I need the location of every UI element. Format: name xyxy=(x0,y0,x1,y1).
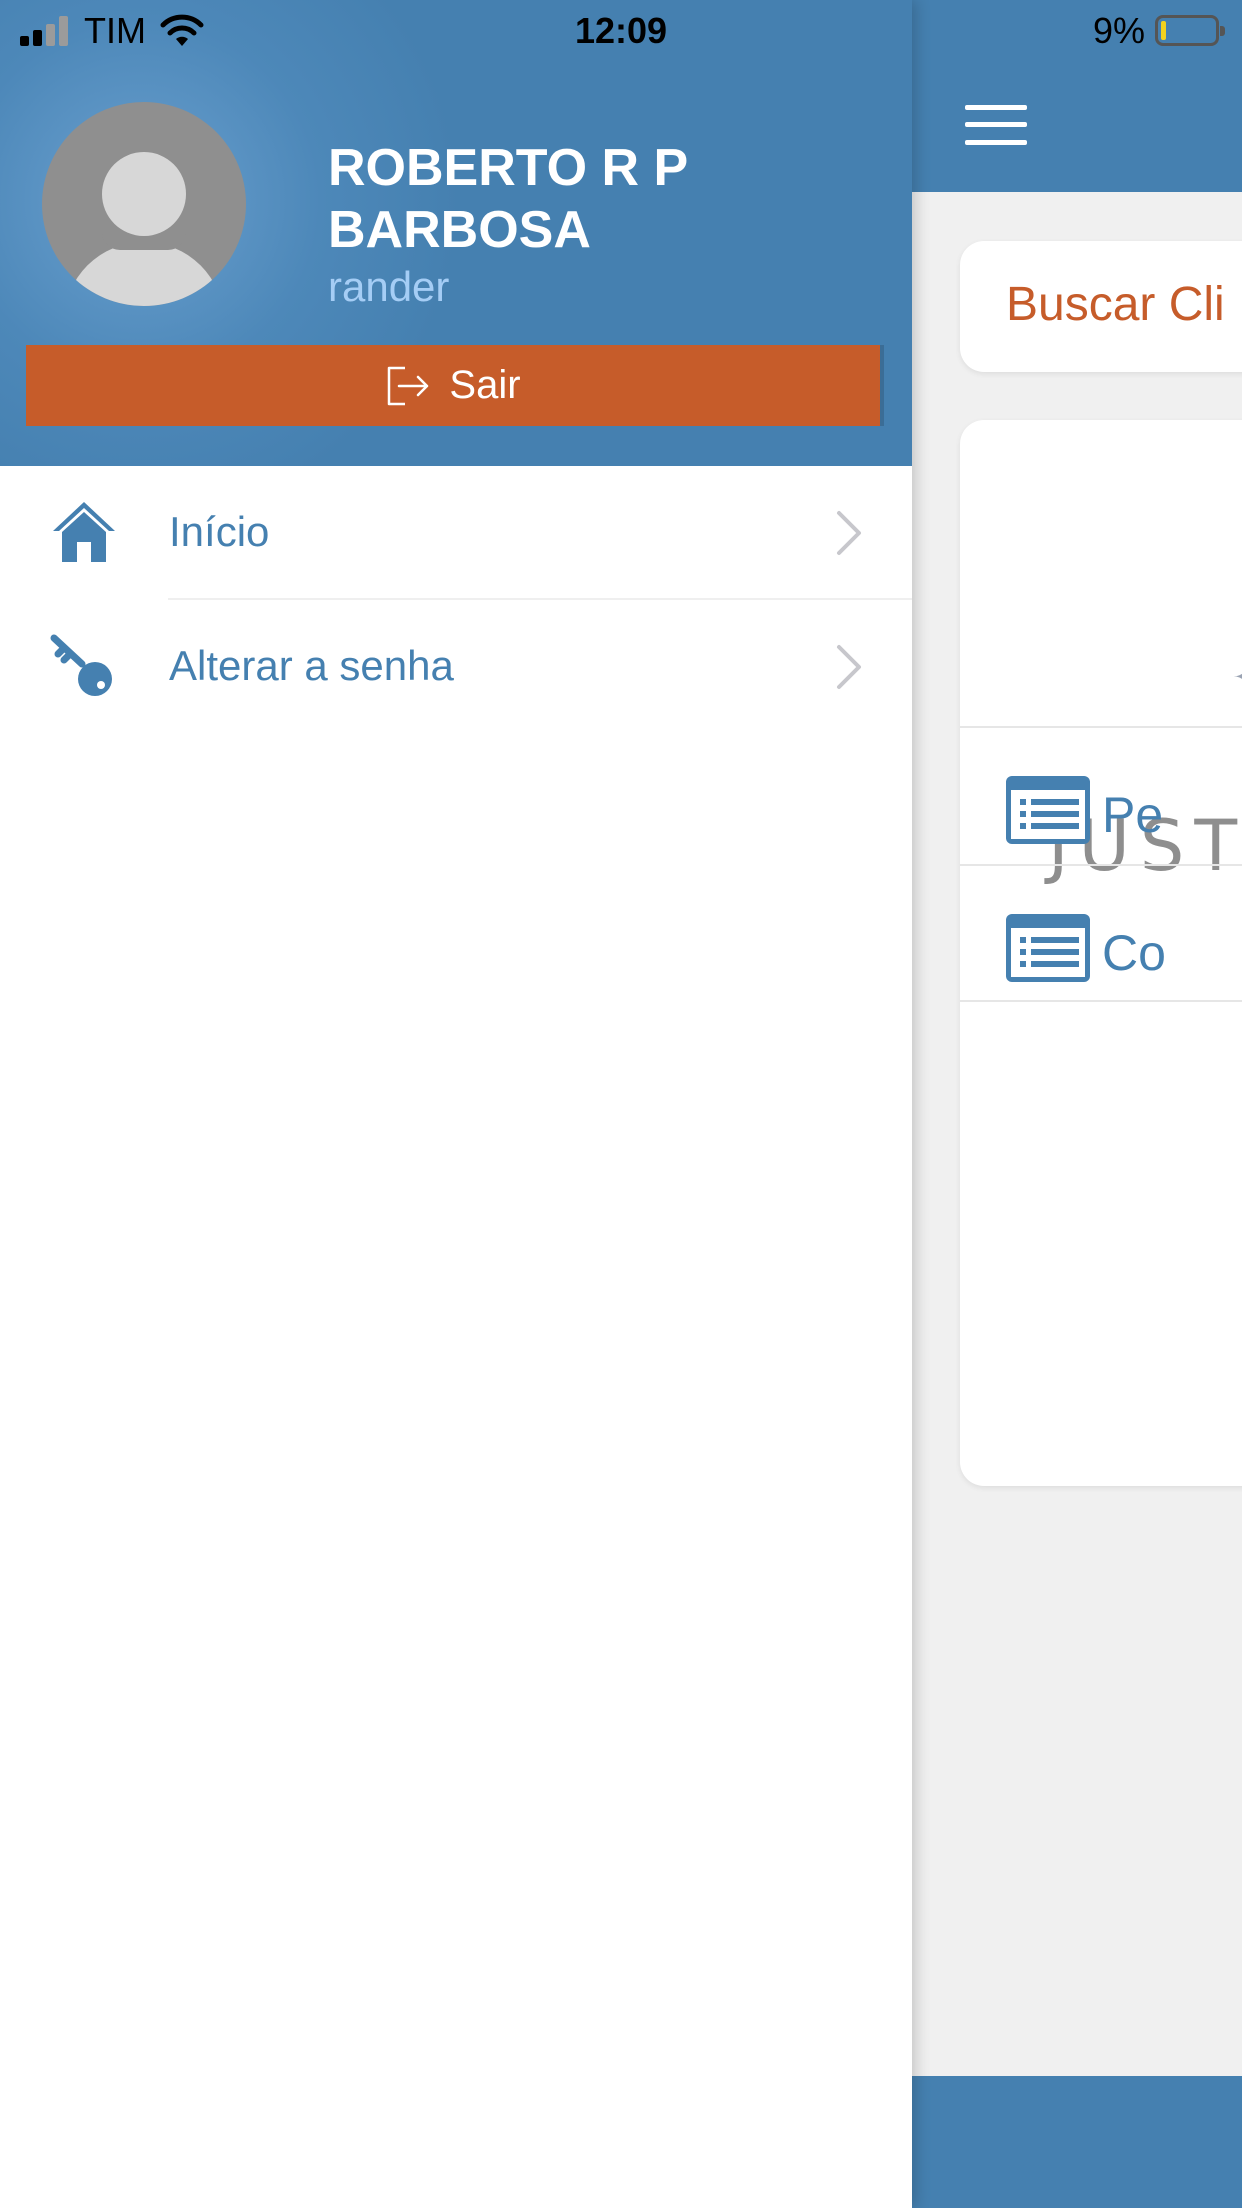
main-screen: Buscar Cli ✦ JUST Pe Co xyxy=(912,0,1242,2208)
main-menu-item-label: Pe xyxy=(1102,787,1164,843)
user-name: ROBERTO R P BARBOSA xyxy=(328,139,688,259)
list-icon xyxy=(1006,914,1090,982)
search-client-label: Buscar Cli xyxy=(1006,278,1225,331)
search-client-card[interactable]: Buscar Cli xyxy=(960,241,1242,372)
list-icon xyxy=(1006,776,1090,844)
drawer-item-inicio[interactable]: Início xyxy=(0,466,912,600)
hamburger-menu-icon[interactable] xyxy=(965,105,1027,145)
drawer-item-label: Início xyxy=(169,508,270,555)
avatar xyxy=(42,102,246,306)
home-icon xyxy=(53,502,115,562)
battery-icon xyxy=(1155,15,1225,46)
drawer-item-label: Alterar a senha xyxy=(169,642,454,689)
chevron-right-icon xyxy=(837,645,861,689)
drawer-header: ROBERTO R P BARBOSA rander Sair xyxy=(0,0,912,466)
battery-percentage: 9% xyxy=(1093,10,1146,51)
drawer-item-alterar-senha[interactable]: Alterar a senha xyxy=(0,600,912,734)
exit-icon xyxy=(388,366,429,405)
status-bar: TIM 12:09 9% xyxy=(0,0,1242,60)
logo-mark-icon: ✦ xyxy=(1232,655,1242,701)
side-drawer: ROBERTO R P BARBOSA rander Sair Início A… xyxy=(0,0,912,2208)
main-menu-item-2[interactable]: Co xyxy=(960,864,1242,1002)
chevron-right-icon xyxy=(837,511,861,555)
main-footer xyxy=(912,2076,1242,2208)
clock: 12:09 xyxy=(574,10,668,51)
main-menu-item-1[interactable]: Pe xyxy=(960,726,1242,864)
logout-button[interactable]: Sair xyxy=(26,345,884,426)
main-menu-item-label: Co xyxy=(1102,925,1166,981)
logout-label: Sair xyxy=(449,363,521,407)
user-login: rander xyxy=(328,263,450,310)
key-icon xyxy=(50,634,112,696)
